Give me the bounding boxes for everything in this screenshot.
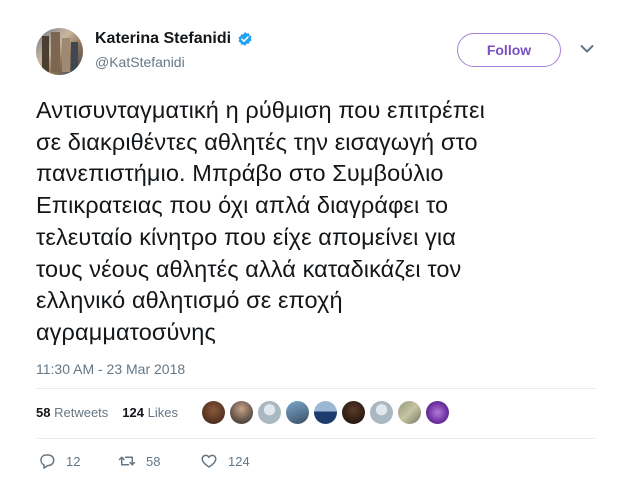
liker-avatar[interactable]	[286, 401, 309, 424]
liker-avatar[interactable]	[342, 401, 365, 424]
reply-icon	[40, 454, 55, 469]
reply-count: 12	[66, 453, 81, 469]
likes-stat[interactable]: 124 Likes	[122, 405, 178, 420]
retweet-icon	[118, 456, 136, 466]
liker-avatar[interactable]	[370, 401, 393, 424]
display-name[interactable]: Katerina Stefanidi	[95, 30, 231, 48]
retweets-stat[interactable]: 58 Retweets	[36, 405, 108, 420]
retweet-action[interactable]: 58	[118, 452, 200, 470]
divider	[36, 388, 596, 389]
tweet-text: Αντισυνταγματική η ρύθμιση που επιτρέπει…	[36, 97, 485, 345]
retweet-count: 58	[146, 453, 161, 469]
liker-avatar[interactable]	[230, 401, 253, 424]
liker-avatar[interactable]	[314, 401, 337, 424]
divider	[36, 438, 596, 439]
retweets-count: 58	[36, 405, 51, 420]
avatar[interactable]	[36, 28, 83, 75]
user-name-row: Katerina Stefanidi	[95, 30, 253, 48]
engagement-stats: 58 Retweets 124 Likes	[36, 405, 178, 420]
liker-avatars	[202, 401, 449, 424]
likes-label: Likes	[147, 405, 178, 420]
chevron-down-icon[interactable]	[580, 44, 594, 54]
like-action[interactable]: 124	[200, 452, 250, 470]
user-handle[interactable]: @KatStefanidi	[95, 54, 185, 70]
reply-action[interactable]: 12	[38, 452, 118, 470]
tweet-timestamp[interactable]: 11:30 AM - 23 Mar 2018	[36, 361, 185, 377]
retweets-label: Retweets	[54, 405, 109, 420]
liker-avatar[interactable]	[398, 401, 421, 424]
liker-avatar[interactable]	[426, 401, 449, 424]
heart-icon	[201, 454, 217, 468]
liker-avatar[interactable]	[258, 401, 281, 424]
follow-button[interactable]: Follow	[457, 33, 561, 67]
tweet-actions: 12 58 124	[38, 452, 250, 470]
liker-avatar[interactable]	[202, 401, 225, 424]
like-count: 124	[228, 453, 250, 469]
verified-badge-icon	[238, 32, 252, 46]
likes-count: 124	[122, 405, 144, 420]
